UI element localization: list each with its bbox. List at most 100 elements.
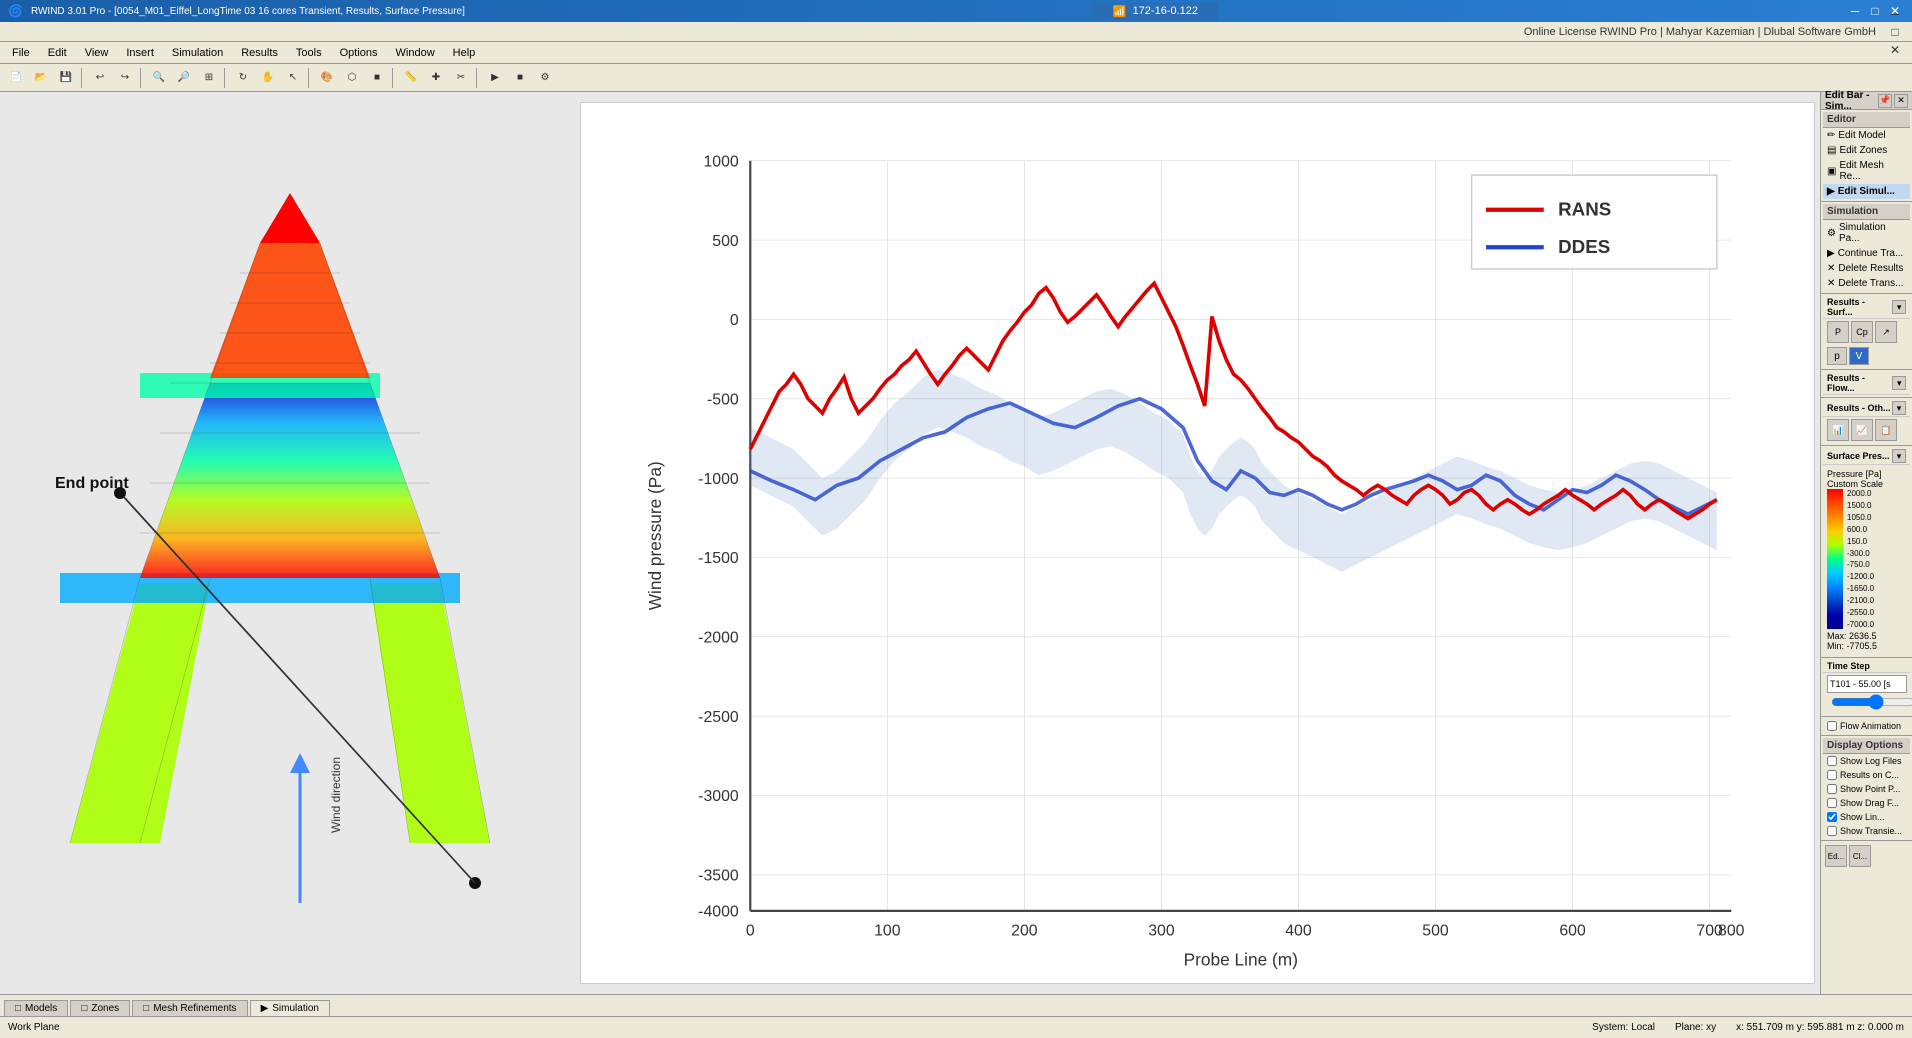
tool-play[interactable]: ▶ xyxy=(483,66,507,90)
oth-btn1[interactable]: 📊 xyxy=(1827,419,1849,441)
tool-zoom-all[interactable]: ⊞ xyxy=(197,66,221,90)
menu-edit[interactable]: Edit xyxy=(40,45,75,61)
svg-text:-2000: -2000 xyxy=(698,630,739,647)
viewport[interactable]: End point Start point Wind direction xyxy=(0,92,1820,994)
menu-file[interactable]: File xyxy=(4,45,38,61)
edit-simul-item[interactable]: ▶ Edit Simul... xyxy=(1823,184,1910,199)
tool-settings[interactable]: ⚙ xyxy=(533,66,557,90)
v-button[interactable]: V xyxy=(1849,347,1869,365)
tool-solid[interactable]: ■ xyxy=(365,66,389,90)
tab-models[interactable]: □ Models xyxy=(4,1000,68,1016)
svg-text:-3500: -3500 xyxy=(698,868,739,885)
delete-results-item[interactable]: ✕ Delete Results xyxy=(1823,261,1910,276)
delete-trans-item[interactable]: ✕ Delete Trans... xyxy=(1823,276,1910,291)
license-restore[interactable]: □ xyxy=(1886,23,1904,41)
flow-animation-label: Flow Animation xyxy=(1840,721,1901,731)
menu-results[interactable]: Results xyxy=(233,45,286,61)
license-close[interactable]: ✕ xyxy=(1886,41,1904,59)
results-oth-expand[interactable]: ▾ xyxy=(1892,401,1906,415)
tool-measure[interactable]: 📏 xyxy=(399,66,423,90)
max-label: Max: xyxy=(1827,631,1847,641)
results-on-c-item[interactable]: Results on C... xyxy=(1823,768,1910,782)
show-point-p-checkbox[interactable] xyxy=(1827,784,1837,794)
results-on-c-checkbox[interactable] xyxy=(1827,770,1837,780)
show-log-files-item[interactable]: Show Log Files xyxy=(1823,754,1910,768)
tool-probe[interactable]: ✚ xyxy=(424,66,448,90)
tool-zoom-in[interactable]: 🔍 xyxy=(147,66,171,90)
sim-param-item[interactable]: ⚙ Simulation Pa... xyxy=(1823,220,1910,246)
flow-animation-checkbox[interactable] xyxy=(1827,721,1837,731)
surface-pressure-expand[interactable]: ▾ xyxy=(1892,449,1906,463)
menu-help[interactable]: Help xyxy=(445,45,484,61)
show-transie-item[interactable]: Show Transie... xyxy=(1823,824,1910,838)
viewport-background: End point Start point Wind direction xyxy=(0,92,1820,994)
tab-zones[interactable]: □ Zones xyxy=(70,1000,130,1016)
minimize-button[interactable]: ─ xyxy=(1846,2,1864,20)
edit-model-item[interactable]: ✏ Edit Model xyxy=(1823,128,1910,143)
tool-undo[interactable]: ↩ xyxy=(88,66,112,90)
show-log-files-checkbox[interactable] xyxy=(1827,756,1837,766)
license-minimize[interactable]: ─ xyxy=(1886,5,1904,23)
tool-zoom-out[interactable]: 🔎 xyxy=(172,66,196,90)
tool-pan[interactable]: ✋ xyxy=(256,66,280,90)
tool-open[interactable]: 📂 xyxy=(29,66,53,90)
pressure-label1: Pressure [Pa] xyxy=(1827,469,1906,479)
p-button[interactable]: P xyxy=(1827,321,1849,343)
edit-mesh-item[interactable]: ▣ Edit Mesh Re... xyxy=(1823,158,1910,184)
tab-mesh-label: Mesh Refinements xyxy=(153,1003,236,1014)
show-transie-checkbox[interactable] xyxy=(1827,826,1837,836)
menu-options[interactable]: Options xyxy=(332,45,386,61)
tool-new[interactable]: 📄 xyxy=(4,66,28,90)
show-point-p-item[interactable]: Show Point P... xyxy=(1823,782,1910,796)
simulation-title: Simulation xyxy=(1823,204,1910,220)
zones-icon: □ xyxy=(81,1003,87,1014)
oth-btn3[interactable]: 📋 xyxy=(1875,419,1897,441)
tool-save[interactable]: 💾 xyxy=(54,66,78,90)
continue-tra-item[interactable]: ▶ Continue Tra... xyxy=(1823,246,1910,261)
results-on-c-label: Results on C... xyxy=(1840,770,1899,780)
show-transie-label: Show Transie... xyxy=(1840,826,1902,836)
tool-stop[interactable]: ■ xyxy=(508,66,532,90)
close-panel-btn[interactable]: Cl... xyxy=(1849,845,1871,867)
tool-wireframe[interactable]: ⬡ xyxy=(340,66,364,90)
tool-clip[interactable]: ✂ xyxy=(449,66,473,90)
export-btn[interactable]: ↗ xyxy=(1875,321,1897,343)
show-lin-item[interactable]: Show Lin... xyxy=(1823,810,1910,824)
scale-val-0: 2000.0 xyxy=(1847,489,1874,498)
edit-btn[interactable]: Ed... xyxy=(1825,845,1847,867)
show-drag-f-checkbox[interactable] xyxy=(1827,798,1837,808)
menu-tools[interactable]: Tools xyxy=(288,45,330,61)
edit-zones-item[interactable]: ▤ Edit Zones xyxy=(1823,143,1910,158)
restore-button[interactable]: □ xyxy=(1866,2,1884,20)
tool-redo[interactable]: ↪ xyxy=(113,66,137,90)
tool-rotate[interactable]: ↻ xyxy=(231,66,255,90)
p2-button[interactable]: p xyxy=(1827,347,1847,365)
tool-render[interactable]: 🎨 xyxy=(315,66,339,90)
results-flow-expand[interactable]: ▾ xyxy=(1892,376,1906,390)
svg-text:300: 300 xyxy=(1148,922,1175,939)
tab-simulation[interactable]: ▶ Simulation xyxy=(250,1000,330,1016)
show-lin-label: Show Lin... xyxy=(1840,812,1885,822)
cp-button[interactable]: Cp xyxy=(1851,321,1873,343)
license-text: Online License RWIND Pro | Mahyar Kazemi… xyxy=(1524,26,1876,38)
eiffel-visualization: End point Start point Wind direction xyxy=(0,92,580,994)
oth-btn2[interactable]: 📈 xyxy=(1851,419,1873,441)
time-step-slider[interactable] xyxy=(1831,695,1912,709)
time-step-header: Time Step xyxy=(1823,660,1910,673)
menu-view[interactable]: View xyxy=(77,45,117,61)
tab-mesh-refinements[interactable]: □ Mesh Refinements xyxy=(132,1000,247,1016)
show-lin-checkbox[interactable] xyxy=(1827,812,1837,822)
editbar-pin[interactable]: 📌 xyxy=(1878,94,1892,108)
scale-min-row: Min: -7705.5 xyxy=(1827,641,1906,651)
menu-simulation[interactable]: Simulation xyxy=(164,45,231,61)
tool-select[interactable]: ↖ xyxy=(281,66,305,90)
menu-window[interactable]: Window xyxy=(388,45,443,61)
menu-insert[interactable]: Insert xyxy=(118,45,162,61)
flow-animation-item[interactable]: Flow Animation xyxy=(1823,719,1910,733)
results-surf-expand[interactable]: ▾ xyxy=(1892,300,1906,314)
editbar-close[interactable]: ✕ xyxy=(1894,94,1908,108)
show-drag-f-item[interactable]: Show Drag F... xyxy=(1823,796,1910,810)
pressure-label2: Custom Scale xyxy=(1827,479,1906,489)
display-options-section: Display Options Show Log Files Results o… xyxy=(1821,736,1912,841)
time-step-input[interactable] xyxy=(1827,675,1907,693)
